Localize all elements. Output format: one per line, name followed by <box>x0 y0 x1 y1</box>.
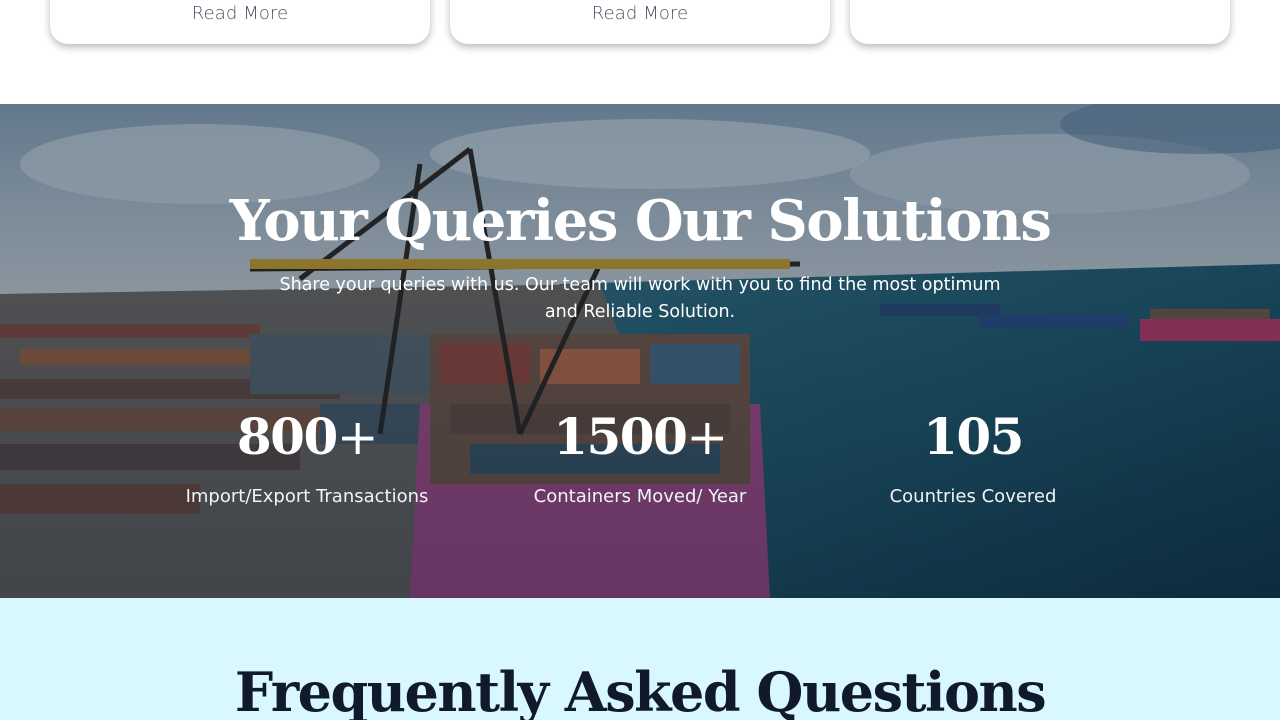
stat-number: 105 <box>923 407 1024 466</box>
stat-value: 1500+ <box>480 404 800 470</box>
stat-suffix: + <box>336 408 379 466</box>
container-port-background <box>0 104 1280 598</box>
stat-number: 1500 <box>553 407 688 466</box>
stat-item: 1500+ Containers Moved/ Year <box>480 404 800 507</box>
stat-number: 800 <box>236 407 338 466</box>
service-card <box>850 0 1230 44</box>
stat-item: 800+ Import/Export Transactions <box>147 404 467 507</box>
read-more-link[interactable]: Read More <box>450 3 830 24</box>
service-card: Read More <box>450 0 830 44</box>
section-title: Your Queries Our Solutions <box>229 188 1052 254</box>
faq-title: Frequently Asked Questions <box>234 660 1047 720</box>
stat-label: Countries Covered <box>889 486 1057 507</box>
stat-label: Containers Moved/ Year <box>533 486 747 507</box>
faq-section: Frequently Asked Questions <box>0 598 1280 720</box>
service-card: Read More <box>50 0 430 44</box>
service-cards-strip: Read More Read More <box>0 0 1280 104</box>
stat-suffix: + <box>686 408 728 466</box>
stat-label: Import/Export Transactions <box>185 486 429 507</box>
queries-solutions-section: Your Queries Our Solutions Share your qu… <box>0 104 1280 598</box>
stat-item: 105 Countries Covered <box>813 404 1133 507</box>
stat-value: 105 <box>813 404 1133 470</box>
read-more-link[interactable]: Read More <box>50 3 430 24</box>
section-subtitle: Share your queries with us. Our team wil… <box>279 275 1001 322</box>
stat-value: 800+ <box>147 404 467 470</box>
